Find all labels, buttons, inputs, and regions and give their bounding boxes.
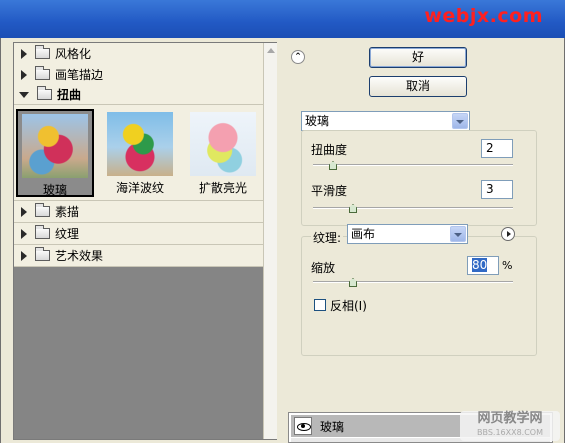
- filter-thumb-ocean-ripple[interactable]: 海洋波纹: [101, 109, 179, 197]
- watermark-line2: BBS.16XX8.COM: [476, 428, 543, 437]
- chevron-down-icon[interactable]: [452, 113, 468, 129]
- filter-gallery: 风格化 画笔描边 扭曲 玻璃 海洋波纹 扩散亮光 素描 纹理 艺术效果: [13, 42, 277, 440]
- filter-thumb-diffuse-glow[interactable]: 扩散亮光: [184, 109, 262, 197]
- expand-arrow-icon[interactable]: [21, 69, 27, 80]
- folder-icon: [35, 247, 50, 261]
- site-watermark: 网页教学网 BBS.16XX8.COM: [460, 411, 560, 441]
- scaling-label: 缩放: [311, 261, 336, 275]
- thumbnail-label: 扩散亮光: [198, 181, 247, 195]
- smoothness-label: 平滑度: [311, 184, 348, 198]
- collapse-gallery-button[interactable]: ⌃: [291, 50, 305, 64]
- watermark-line1: 网页教学网: [477, 411, 543, 426]
- expand-arrow-icon[interactable]: [21, 206, 27, 217]
- texture-select[interactable]: 画布: [347, 224, 468, 244]
- folder-icon: [35, 45, 50, 59]
- scaling-input[interactable]: 80: [467, 256, 499, 275]
- distortion-input[interactable]: 2: [481, 139, 513, 158]
- title-bar: webjx.com: [0, 0, 565, 38]
- category-label: 扭曲: [57, 88, 82, 102]
- watermark-text: webjx.com: [424, 5, 543, 27]
- thumbnail-label: 玻璃: [42, 183, 67, 197]
- category-label: 艺术效果: [55, 249, 104, 263]
- settings-panel: ⌃ 好 取消 玻璃 扭曲度 2 平滑度 3 纹理: 画布 缩放 80 % 反相(…: [283, 38, 553, 443]
- folder-icon: [35, 225, 50, 239]
- distortion-slider[interactable]: [313, 164, 513, 166]
- texture-menu-button[interactable]: [501, 227, 515, 241]
- category-label: 纹理: [55, 227, 80, 241]
- folder-icon: [35, 203, 50, 217]
- smoothness-input[interactable]: 3: [481, 180, 513, 199]
- thumbnail-image: [22, 114, 88, 178]
- gallery-scrollbar[interactable]: [263, 43, 277, 439]
- expand-arrow-icon[interactable]: [21, 250, 27, 261]
- category-artistic[interactable]: 艺术效果: [14, 245, 263, 267]
- filter-select[interactable]: 玻璃: [301, 111, 470, 131]
- filter-thumbnails: 玻璃 海洋波纹 扩散亮光: [14, 105, 263, 201]
- expand-arrow-icon[interactable]: [21, 228, 27, 239]
- filter-dialog: 风格化 画笔描边 扭曲 玻璃 海洋波纹 扩散亮光 素描 纹理 艺术效果 ⌃ 好 …: [0, 38, 565, 443]
- category-distort[interactable]: 扭曲: [14, 85, 263, 105]
- thumbnail-label: 海洋波纹: [115, 181, 164, 195]
- chevron-down-icon[interactable]: [450, 226, 466, 242]
- invert-label[interactable]: 反相(I): [330, 297, 367, 314]
- texture-settings-group: [301, 236, 537, 356]
- ok-button[interactable]: 好: [369, 47, 467, 68]
- category-texture[interactable]: 纹理: [14, 223, 263, 245]
- scaling-unit: %: [502, 259, 513, 272]
- effect-layer-name: 玻璃: [320, 419, 345, 434]
- eye-icon[interactable]: [294, 417, 312, 435]
- scroll-up-icon[interactable]: [265, 44, 277, 56]
- smoothness-slider[interactable]: [313, 207, 513, 209]
- folder-open-icon: [37, 86, 52, 100]
- filter-select-value: 玻璃: [305, 114, 330, 128]
- expand-arrow-icon[interactable]: [21, 48, 27, 59]
- filter-thumb-glass[interactable]: 玻璃: [16, 109, 94, 197]
- category-label: 画笔描边: [55, 68, 104, 82]
- thumbnail-image: [190, 112, 256, 176]
- folder-icon: [35, 66, 50, 80]
- texture-label: 纹理:: [311, 229, 344, 246]
- distortion-label: 扭曲度: [311, 143, 348, 157]
- thumbnail-image: [107, 112, 173, 176]
- scaling-value: 80: [472, 258, 488, 272]
- scaling-slider[interactable]: [313, 281, 513, 283]
- category-label: 风格化: [55, 47, 92, 61]
- texture-select-value: 画布: [351, 227, 376, 241]
- category-label: 素描: [55, 205, 80, 219]
- category-brush-strokes[interactable]: 画笔描边: [14, 64, 263, 86]
- cancel-button[interactable]: 取消: [369, 76, 467, 97]
- collapse-arrow-icon[interactable]: [19, 91, 29, 98]
- category-sketch[interactable]: 素描: [14, 201, 263, 223]
- invert-checkbox[interactable]: [314, 299, 326, 311]
- category-stylize[interactable]: 风格化: [14, 43, 263, 65]
